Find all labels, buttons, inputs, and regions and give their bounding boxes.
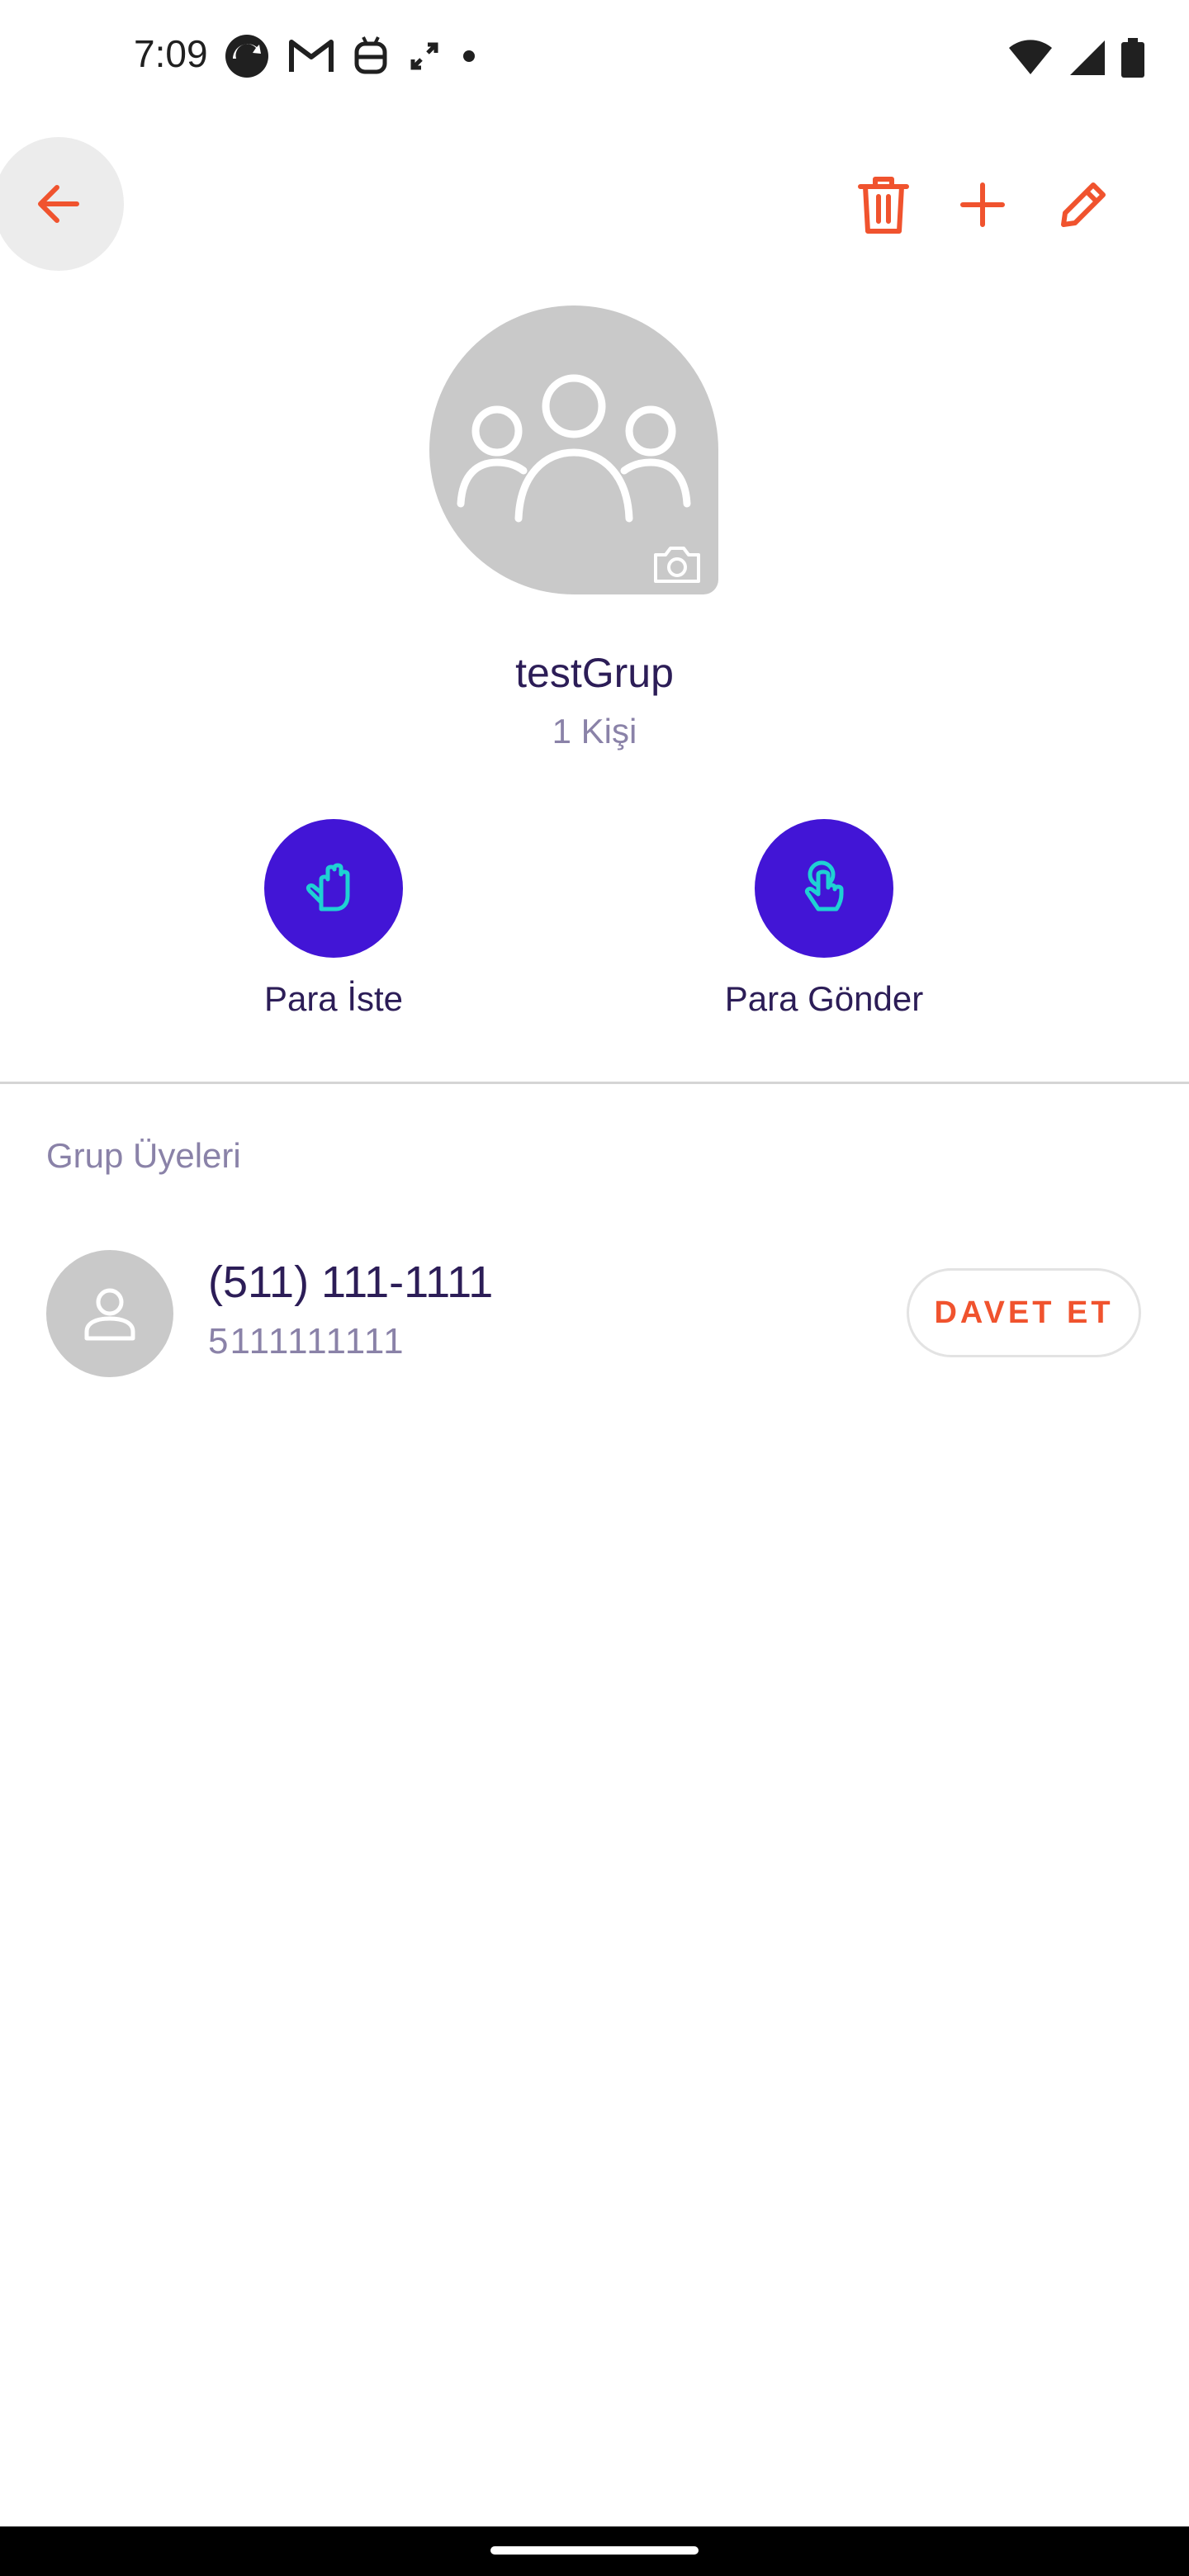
member-name: (511) 111-1111	[208, 1257, 494, 1307]
dot-icon	[463, 50, 475, 62]
member-avatar	[46, 1250, 173, 1377]
group-name: testGrup	[515, 650, 674, 696]
status-time: 7:09	[134, 32, 208, 75]
group-member-count: 1 Kişi	[552, 712, 637, 751]
gmail-icon	[289, 40, 334, 72]
system-icons	[1007, 33, 1144, 83]
pencil-icon	[1061, 182, 1106, 227]
edit-group-button[interactable]	[1042, 163, 1125, 246]
notification-icons	[225, 31, 477, 81]
plus-icon	[960, 182, 1005, 227]
battery-icon	[1121, 38, 1144, 78]
person-icon	[84, 1288, 135, 1341]
divider	[0, 1082, 1189, 1084]
tap-icon	[804, 860, 844, 912]
android-icon	[354, 36, 387, 74]
request-money-button[interactable]	[264, 819, 403, 958]
camera-icon[interactable]	[652, 545, 702, 585]
sync-icon	[225, 35, 268, 78]
send-money-label: Para Gönder	[724, 979, 924, 1018]
group-avatar[interactable]	[429, 305, 718, 594]
member-number: 5111111111	[208, 1321, 405, 1361]
wifi-icon	[1009, 40, 1052, 74]
request-money-circle[interactable]	[264, 819, 403, 958]
trash-icon	[858, 177, 909, 234]
back-button[interactable]	[0, 137, 124, 271]
request-money-label: Para İste	[263, 979, 404, 1018]
signal-icon	[1070, 40, 1105, 75]
unfold-icon	[410, 42, 438, 70]
invite-button[interactable]: DAVET ET	[907, 1268, 1141, 1357]
home-handle[interactable]	[490, 2546, 699, 2555]
send-money-circle[interactable]	[755, 819, 893, 958]
status-bar: 7:09	[0, 0, 1189, 112]
members-section-title: Grup Üyeleri	[46, 1136, 241, 1175]
send-money-button[interactable]	[755, 819, 893, 958]
hand-icon	[306, 863, 350, 912]
add-member-button[interactable]	[941, 163, 1024, 246]
arrow-left-icon	[38, 185, 79, 223]
delete-group-button[interactable]	[842, 163, 925, 246]
